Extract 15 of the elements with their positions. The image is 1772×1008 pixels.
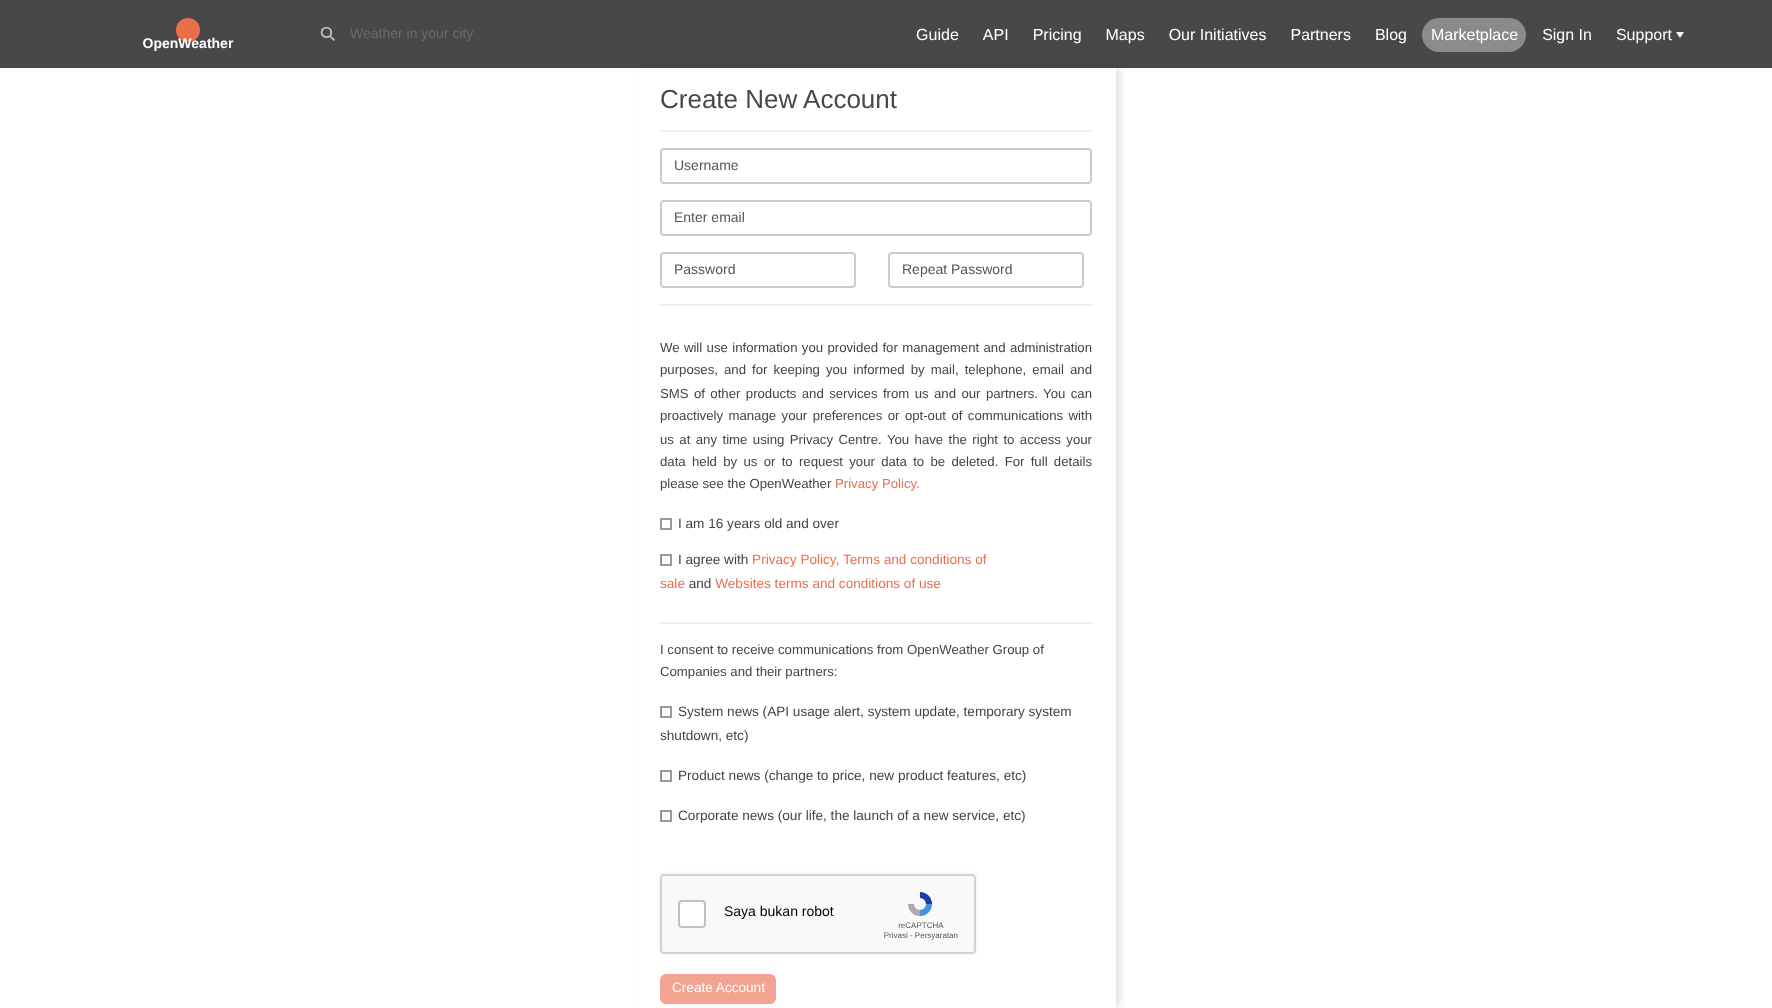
nav-link[interactable]: Blog [1366,17,1415,51]
recaptcha-icon [904,887,937,920]
nav-link[interactable]: Maps [1097,17,1153,51]
captcha-checkbox[interactable] [678,899,706,928]
nav-link[interactable]: Guide [908,17,967,51]
search-icon [320,26,336,42]
nav-link[interactable]: Our Initiatives [1160,17,1275,51]
nav-link[interactable]: Support [1607,17,1692,51]
nav-link[interactable]: Sign In [1534,17,1600,51]
nav-link[interactable]: Pricing [1024,17,1090,51]
nav-link[interactable]: API [974,17,1017,51]
logo-icon [174,17,202,41]
caret-icon [1676,31,1684,37]
nav-link[interactable]: Partners [1282,17,1359,51]
form-title: Create New Account [660,84,900,114]
